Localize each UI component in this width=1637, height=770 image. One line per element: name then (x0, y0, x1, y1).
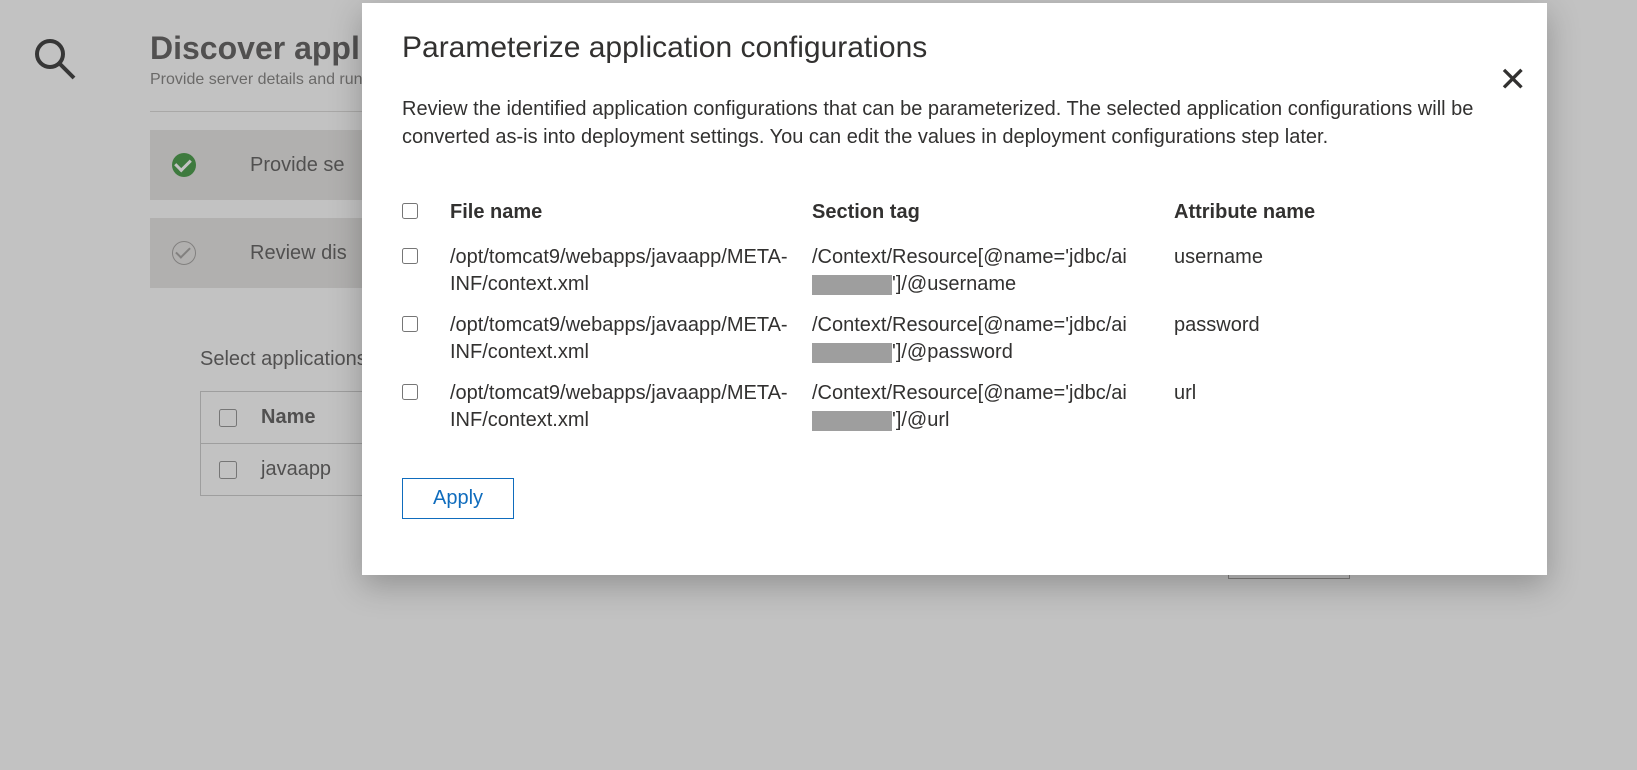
section-suffix: ']/@password (892, 341, 1013, 363)
section-prefix: /Context/Resource[@name='jdbc/ai (812, 314, 1127, 336)
close-icon[interactable]: ✕ (1499, 63, 1528, 97)
redacted-icon (812, 343, 892, 363)
select-all-param-checkbox[interactable] (402, 203, 418, 219)
file-cell: /opt/tomcat9/webapps/javaapp/META-INF/co… (450, 244, 810, 298)
table-row: /opt/tomcat9/webapps/javaapp/META-INF/co… (402, 312, 1507, 366)
redacted-icon (812, 411, 892, 431)
row-checkbox[interactable] (402, 316, 418, 332)
param-table: File name Section tag Attribute name /op… (402, 199, 1507, 434)
redacted-icon (812, 275, 892, 295)
attr-cell: password (1174, 312, 1434, 339)
section-prefix: /Context/Resource[@name='jdbc/ai (812, 246, 1127, 268)
section-tag-cell: /Context/Resource[@name='jdbc/ai ']/@pas… (812, 312, 1172, 366)
section-suffix: ']/@url (892, 409, 949, 431)
section-tag-cell: /Context/Resource[@name='jdbc/ai ']/@url (812, 380, 1172, 434)
parameterize-modal: Parameterize application configurations … (362, 3, 1547, 575)
col-attr: Attribute name (1174, 199, 1434, 226)
row-checkbox[interactable] (402, 248, 418, 264)
modal-description: Review the identified application config… (402, 95, 1482, 151)
section-tag-cell: /Context/Resource[@name='jdbc/ai ']/@use… (812, 244, 1172, 298)
col-file: File name (450, 199, 810, 226)
attr-cell: username (1174, 244, 1434, 271)
col-section: Section tag (812, 199, 1172, 226)
section-prefix: /Context/Resource[@name='jdbc/ai (812, 382, 1127, 404)
table-row: /opt/tomcat9/webapps/javaapp/META-INF/co… (402, 244, 1507, 298)
apply-button[interactable]: Apply (402, 478, 514, 519)
modal-title: Parameterize application configurations (402, 31, 1507, 65)
section-suffix: ']/@username (892, 273, 1016, 295)
file-cell: /opt/tomcat9/webapps/javaapp/META-INF/co… (450, 312, 810, 366)
attr-cell: url (1174, 380, 1434, 407)
param-table-header: File name Section tag Attribute name (402, 199, 1507, 226)
table-row: /opt/tomcat9/webapps/javaapp/META-INF/co… (402, 380, 1507, 434)
row-checkbox[interactable] (402, 384, 418, 400)
file-cell: /opt/tomcat9/webapps/javaapp/META-INF/co… (450, 380, 810, 434)
